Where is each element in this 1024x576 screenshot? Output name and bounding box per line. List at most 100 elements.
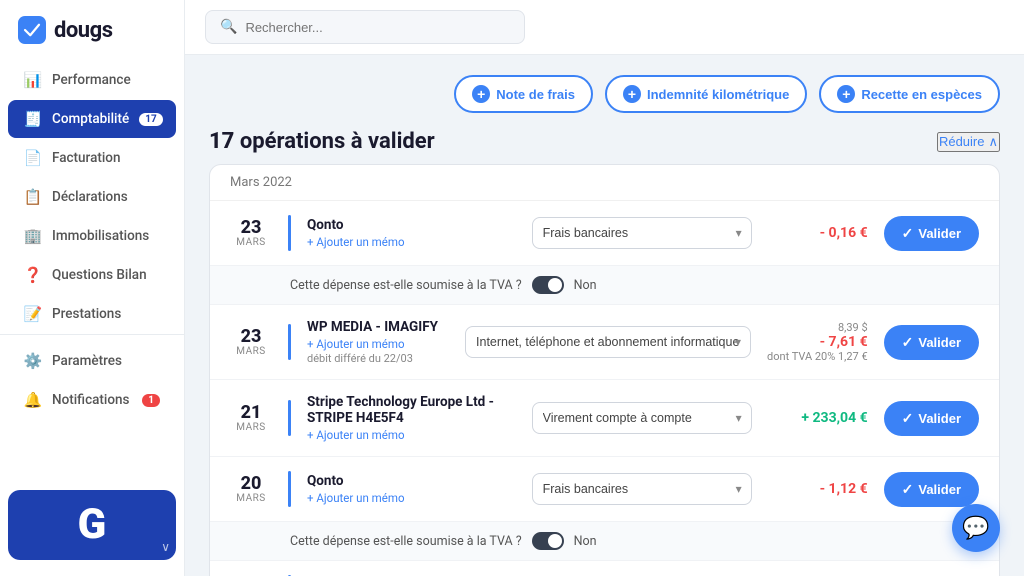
category-select-op2[interactable]: Internet, téléphone et abonnement inform… (465, 326, 751, 358)
tva-question: Cette dépense est-elle soumise à la TVA … (290, 534, 522, 549)
tva-label: Non (574, 534, 597, 549)
section-title: 17 opérations à valider (209, 129, 435, 154)
tva-row-op1: Cette dépense est-elle soumise à la TVA … (210, 265, 999, 304)
operations-card: Mars 2022 23 MARS Qonto + Ajouter un mém… (209, 164, 1000, 576)
op-main-op2: 23 MARS WP MEDIA - IMAGIFY + Ajouter un … (210, 305, 999, 379)
sidebar-label-immobilisations: Immobilisations (52, 228, 149, 244)
logo-area: dougs (0, 0, 184, 56)
valider-label: Valider (918, 335, 961, 350)
op-category-op2[interactable]: Internet, téléphone et abonnement inform… (465, 326, 751, 358)
op-info-op3: Stripe Technology Europe Ltd - STRIPE H4… (307, 394, 516, 442)
search-input[interactable] (245, 20, 510, 35)
op-separator (288, 471, 291, 507)
op-separator (288, 215, 291, 251)
sidebar-label-comptabilite: Comptabilité (52, 111, 129, 127)
plus-icon-note-frais: + (472, 85, 490, 103)
op-date-op3: 21 MARS (230, 403, 272, 434)
reduire-button[interactable]: Réduire ∧ (937, 132, 1000, 152)
op-row-op4: 20 MARS Qonto + Ajouter un mémo Frais ba… (210, 457, 999, 561)
op-main-op3: 21 MARS Stripe Technology Europe Ltd - S… (210, 380, 999, 456)
sidebar-label-notifications: Notifications (52, 392, 129, 408)
sidebar-item-notifications[interactable]: 🔔 Notifications 1 (8, 381, 176, 419)
badge-comptabilite: 17 (139, 113, 162, 126)
action-btn-indemnite[interactable]: +Indemnité kilométrique (605, 75, 807, 113)
op-row-op3: 21 MARS Stripe Technology Europe Ltd - S… (210, 380, 999, 457)
op-amount-op4: - 1,12 € (768, 481, 868, 497)
sidebar-icon-facturation: 📄 (24, 149, 42, 167)
op-date-op1: 23 MARS (230, 218, 272, 249)
op-category-op1[interactable]: Frais bancaires (532, 217, 752, 249)
op-day: 20 (230, 474, 272, 494)
badge-notifications: 1 (142, 394, 160, 407)
op-month: MARS (230, 237, 272, 248)
sidebar-item-performance[interactable]: 📊 Performance (8, 61, 176, 99)
sidebar-icon-prestations: 📝 (24, 305, 42, 323)
logo-text: dougs (54, 18, 113, 43)
tva-row-op4: Cette dépense est-elle soumise à la TVA … (210, 521, 999, 560)
op-day: 23 (230, 218, 272, 238)
sidebar-label-performance: Performance (52, 72, 131, 88)
sidebar-label-prestations: Prestations (52, 306, 121, 322)
action-btn-recette[interactable]: +Recette en espèces (819, 75, 1000, 113)
sidebar-label-declarations: Déclarations (52, 189, 128, 205)
sidebar-item-parametres[interactable]: ⚙️ Paramètres (8, 342, 176, 380)
action-label-indemnite: Indemnité kilométrique (647, 87, 789, 102)
op-name: WP MEDIA - IMAGIFY (307, 319, 449, 335)
sidebar-item-immobilisations[interactable]: 🏢 Immobilisations (8, 217, 176, 255)
sidebar-label-questions-bilan: Questions Bilan (52, 267, 147, 283)
op-info-op4: Qonto + Ajouter un mémo (307, 473, 516, 505)
tva-toggle[interactable] (532, 532, 564, 550)
sidebar-icon-questions-bilan: ❓ (24, 266, 42, 284)
op-category-op4[interactable]: Frais bancaires (532, 473, 752, 505)
check-icon: ✓ (902, 225, 914, 242)
action-label-recette: Recette en espèces (861, 87, 982, 102)
amount-main: - 0,16 € (768, 225, 868, 241)
op-row-op5: 20 MARS ZAPIER.COM/CHARGE + Ajouter un m… (210, 561, 999, 576)
valider-btn-op3[interactable]: ✓ Valider (884, 401, 979, 436)
collapse-icon[interactable]: ∨ (161, 540, 170, 554)
sidebar-item-comptabilite[interactable]: 🧾 Comptabilité 17 (8, 100, 176, 138)
op-main-op4: 20 MARS Qonto + Ajouter un mémo Frais ba… (210, 457, 999, 521)
sidebar-label-parametres: Paramètres (52, 353, 122, 369)
sidebar-label-facturation: Facturation (52, 150, 120, 166)
amount-main: - 7,61 € (767, 334, 868, 350)
category-select-op3[interactable]: Virement compte à compte (532, 402, 752, 434)
ops-label1: opérations (240, 129, 345, 154)
action-buttons-row: +Note de frais+Indemnité kilométrique+Re… (209, 75, 1000, 113)
chat-fab-button[interactable]: 💬 (952, 504, 1000, 552)
op-row-op2: 23 MARS WP MEDIA - IMAGIFY + Ajouter un … (210, 305, 999, 380)
category-select-op4[interactable]: Frais bancaires (532, 473, 752, 505)
search-box[interactable]: 🔍 (205, 10, 525, 44)
category-select-op1[interactable]: Frais bancaires (532, 217, 752, 249)
sidebar-icon-comptabilite: 🧾 (24, 110, 42, 128)
op-month: MARS (230, 346, 272, 357)
sidebar-item-facturation[interactable]: 📄 Facturation (8, 139, 176, 177)
section-header: 17 opérations à valider Réduire ∧ (209, 129, 1000, 154)
sidebar-icon-notifications: 🔔 (24, 391, 42, 409)
valider-label: Valider (918, 411, 961, 426)
sidebar-icon-parametres: ⚙️ (24, 352, 42, 370)
action-btn-note-frais[interactable]: +Note de frais (454, 75, 593, 113)
sidebar-item-prestations[interactable]: 📝 Prestations (8, 295, 176, 333)
valider-btn-op4[interactable]: ✓ Valider (884, 472, 979, 507)
op-name: Stripe Technology Europe Ltd - STRIPE H4… (307, 394, 516, 426)
op-category-op3[interactable]: Virement compte à compte (532, 402, 752, 434)
sidebar-item-declarations[interactable]: 📋 Déclarations (8, 178, 176, 216)
op-memo-btn[interactable]: + Ajouter un mémo (307, 428, 516, 442)
op-info-op1: Qonto + Ajouter un mémo (307, 217, 516, 249)
op-amount-op1: - 0,16 € (768, 225, 868, 241)
company-logo-box[interactable]: G ∨ (8, 490, 176, 560)
reduire-label: Réduire (939, 134, 985, 149)
op-memo-btn[interactable]: + Ajouter un mémo (307, 491, 516, 505)
valider-btn-op1[interactable]: ✓ Valider (884, 216, 979, 251)
sidebar-item-questions-bilan[interactable]: ❓ Questions Bilan (8, 256, 176, 294)
tva-toggle[interactable] (532, 276, 564, 294)
op-row-op1: 23 MARS Qonto + Ajouter un mémo Frais ba… (210, 201, 999, 305)
top-bar: 🔍 (185, 0, 1024, 55)
sidebar-bottom: G ∨ (0, 482, 184, 568)
valider-btn-op2[interactable]: ✓ Valider (884, 325, 979, 360)
op-memo-btn[interactable]: + Ajouter un mémo (307, 235, 516, 249)
check-icon: ✓ (902, 410, 914, 427)
op-memo-btn[interactable]: + Ajouter un mémo (307, 337, 449, 351)
op-name: Qonto (307, 473, 516, 489)
